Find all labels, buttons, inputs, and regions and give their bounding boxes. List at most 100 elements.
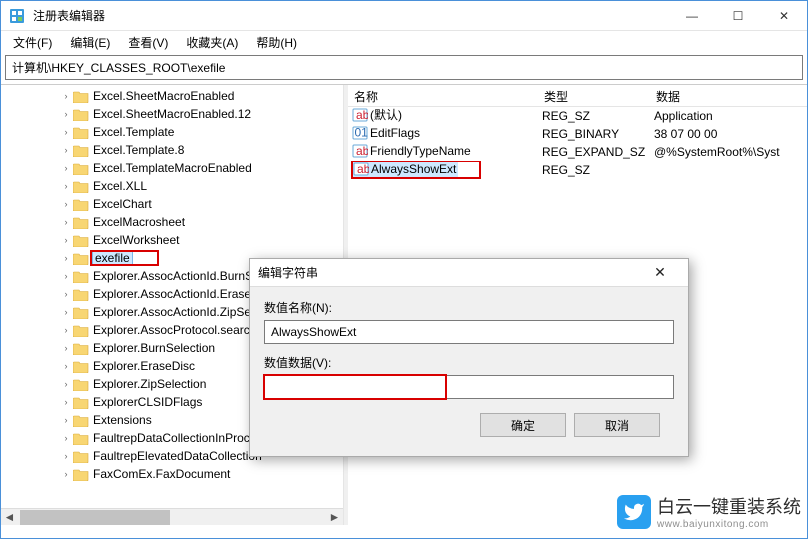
tree-label: Explorer.AssocProtocol.searcl [91, 323, 254, 337]
expander-icon[interactable]: › [59, 323, 73, 337]
folder-icon [73, 413, 89, 427]
expander-icon[interactable]: › [59, 179, 73, 193]
value-name-input[interactable] [264, 320, 674, 344]
dialog-close-button[interactable]: ✕ [640, 264, 680, 281]
close-button[interactable]: ✕ [761, 1, 807, 30]
tree-label: Excel.TemplateMacroEnabled [91, 161, 254, 175]
expander-icon[interactable]: › [59, 395, 73, 409]
tree-item[interactable]: › ExcelWorksheet [1, 231, 343, 249]
scroll-right-icon[interactable]: ► [326, 509, 343, 526]
value-name: EditFlags [370, 126, 420, 140]
tree-label: Explorer.AssocActionId.BurnS [91, 269, 255, 283]
value-data-input[interactable] [264, 375, 674, 399]
tree-label: ExcelWorksheet [91, 233, 181, 247]
edit-string-dialog: 编辑字符串 ✕ 数值名称(N): 数值数据(V): 确定 取消 [249, 258, 689, 457]
expander-icon[interactable]: › [59, 377, 73, 391]
col-header-type[interactable]: 类型 [538, 85, 650, 106]
tree-item[interactable]: ›Excel.Template.8 [1, 141, 343, 159]
menu-file[interactable]: 文件(F) [5, 32, 60, 53]
expander-icon[interactable]: › [59, 143, 73, 157]
folder-icon [73, 269, 89, 283]
tree-item[interactable]: ›Excel.SheetMacroEnabled [1, 87, 343, 105]
menu-edit[interactable]: 编辑(E) [62, 32, 118, 53]
tree-label: Explorer.EraseDisc [91, 359, 197, 373]
tree-label: Explorer.AssocActionId.ZipSel [91, 305, 256, 319]
tree-label: ExcelMacrosheet [91, 215, 187, 229]
value-type: REG_BINARY [538, 127, 650, 141]
folder-icon [73, 233, 89, 247]
expander-icon[interactable]: › [59, 269, 73, 283]
expander-icon[interactable]: › [59, 431, 73, 445]
value-type: REG_SZ [538, 109, 650, 123]
tree-item[interactable]: › Excel.SheetMacroEnabled.12 [1, 105, 343, 123]
tree-item[interactable]: › Excel.TemplateMacroEnabled [1, 159, 343, 177]
svg-text:011: 011 [355, 125, 369, 139]
tree-label: Excel.SheetMacroEnabled.12 [91, 107, 253, 121]
value-row[interactable]: abAlwaysShowExtREG_SZ [348, 161, 807, 179]
address-text: 计算机\HKEY_CLASSES_ROOT\exefile [12, 61, 225, 75]
tree-item[interactable]: ›Excel.Template [1, 123, 343, 141]
folder-icon [73, 161, 89, 175]
tree-label: ExplorerCLSIDFlags [91, 395, 204, 409]
minimize-button[interactable]: — [669, 1, 715, 30]
expander-icon[interactable]: › [59, 359, 73, 373]
dialog-titlebar[interactable]: 编辑字符串 ✕ [250, 259, 688, 287]
expander-icon[interactable]: › [59, 305, 73, 319]
value-data-label: 数值数据(V): [264, 354, 674, 371]
folder-icon [73, 251, 89, 265]
value-data: 38 07 00 00 [650, 127, 807, 141]
value-data: Application [650, 109, 807, 123]
scroll-thumb[interactable] [20, 510, 170, 525]
expander-icon[interactable]: › [59, 467, 73, 481]
expander-icon[interactable]: › [59, 89, 73, 103]
tree-scrollbar-horizontal[interactable]: ◄ ► [1, 508, 343, 525]
value-row[interactable]: 011EditFlags REG_BINARY38 07 00 00 [348, 125, 807, 143]
menu-favorites[interactable]: 收藏夹(A) [178, 32, 246, 53]
value-type: REG_EXPAND_SZ [538, 145, 650, 159]
folder-icon [73, 89, 89, 103]
folder-icon [73, 431, 89, 445]
tree-label: FaxComEx.FaxDocument [91, 467, 232, 481]
watermark-logo-icon [617, 495, 651, 529]
col-header-data[interactable]: 数据 [650, 85, 807, 106]
folder-icon [73, 143, 89, 157]
expander-icon[interactable]: › [59, 197, 73, 211]
tree-item[interactable]: ›ExcelChart [1, 195, 343, 213]
value-row[interactable]: ab(默认)REG_SZApplication [348, 107, 807, 125]
ok-button[interactable]: 确定 [480, 413, 566, 437]
tree-label: FaultrepDataCollectionInProc [91, 431, 252, 445]
menu-help[interactable]: 帮助(H) [248, 32, 305, 53]
watermark-text: 白云一键重装系统 [657, 493, 801, 519]
expander-icon[interactable]: › [59, 287, 73, 301]
tree-item[interactable]: › FaxComEx.FaxDocument [1, 465, 343, 483]
expander-icon[interactable]: › [59, 449, 73, 463]
expander-icon[interactable]: › [59, 413, 73, 427]
cancel-button[interactable]: 取消 [574, 413, 660, 437]
menu-view[interactable]: 查看(V) [120, 32, 176, 53]
titlebar: 注册表编辑器 — ☐ ✕ [1, 1, 807, 31]
folder-icon [73, 197, 89, 211]
expander-icon[interactable]: › [59, 215, 73, 229]
address-bar[interactable]: 计算机\HKEY_CLASSES_ROOT\exefile [5, 55, 803, 80]
tree-item[interactable]: › ExcelMacrosheet [1, 213, 343, 231]
scroll-left-icon[interactable]: ◄ [1, 509, 18, 526]
tree-label: FaultrepElevatedDataCollection [91, 449, 264, 463]
value-name: FriendlyTypeName [370, 144, 471, 158]
value-name: AlwaysShowExt [371, 162, 456, 176]
expander-icon[interactable]: › [59, 107, 73, 121]
value-row[interactable]: abFriendlyTypeNameREG_EXPAND_SZ@%SystemR… [348, 143, 807, 161]
maximize-button[interactable]: ☐ [715, 1, 761, 30]
expander-icon[interactable]: › [59, 125, 73, 139]
expander-icon[interactable]: › [59, 161, 73, 175]
folder-icon [73, 359, 89, 373]
dialog-title-text: 编辑字符串 [258, 264, 640, 281]
tree-label: Explorer.ZipSelection [91, 377, 208, 391]
expander-icon[interactable]: › [59, 233, 73, 247]
expander-icon[interactable]: › [59, 251, 73, 265]
col-header-name[interactable]: 名称 [348, 85, 538, 106]
value-icon: ab [352, 143, 368, 159]
tree-item[interactable]: ›Excel.XLL [1, 177, 343, 195]
value-type: REG_SZ [538, 163, 650, 177]
folder-icon [73, 305, 89, 319]
expander-icon[interactable]: › [59, 341, 73, 355]
